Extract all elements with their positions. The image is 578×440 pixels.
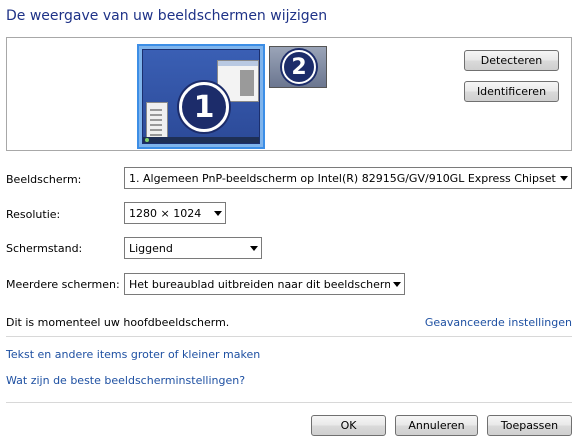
monitor-2-tile[interactable]: 2 [269, 46, 327, 88]
resolution-select[interactable]: 1280 × 1024 [124, 202, 226, 224]
ok-button[interactable]: OK [311, 415, 386, 436]
chevron-down-icon [557, 168, 571, 188]
best-settings-link[interactable]: Wat zijn de beste beeldscherminstellinge… [6, 374, 245, 387]
multiple-displays-select[interactable]: Het bureaublad uitbreiden naar dit beeld… [124, 273, 405, 295]
text-size-link[interactable]: Tekst en andere items groter of kleiner … [6, 348, 260, 361]
display-select-value: 1. Algemeen PnP-beeldscherm op Intel(R) … [129, 171, 557, 185]
cancel-button[interactable]: Annuleren [395, 415, 478, 436]
multiple-displays-label: Meerdere schermen: [6, 278, 120, 291]
monitor-1-number: 1 [179, 82, 229, 132]
display-preview-area: 1 2 Detecteren Identificeren [6, 37, 572, 151]
monitor-2-number: 2 [282, 50, 316, 84]
taskbar [143, 137, 259, 143]
chevron-down-icon [390, 274, 404, 294]
window-thumbnail [146, 102, 168, 142]
chevron-down-icon [211, 203, 225, 223]
multiple-displays-select-value: Het bureaublad uitbreiden naar dit beeld… [129, 277, 390, 291]
resolution-label: Resolutie: [6, 208, 61, 221]
monitor-1-tile[interactable]: 1 [137, 44, 265, 149]
page-title: De weergave van uw beeldschermen wijzige… [6, 8, 328, 24]
divider [6, 402, 572, 403]
divider [6, 336, 572, 337]
display-select[interactable]: 1. Algemeen PnP-beeldscherm op Intel(R) … [124, 167, 572, 189]
orientation-select[interactable]: Liggend [124, 237, 262, 259]
identify-button[interactable]: Identificeren [464, 81, 559, 102]
orientation-select-value: Liggend [129, 241, 173, 255]
resolution-select-value: 1280 × 1024 [129, 206, 202, 220]
advanced-settings-link[interactable]: Geavanceerde instellingen [425, 316, 572, 329]
primary-display-status: Dit is momenteel uw hoofdbeeldscherm. [6, 316, 230, 329]
orientation-label: Schermstand: [6, 242, 83, 255]
apply-button[interactable]: Toepassen [487, 415, 572, 436]
display-label: Beeldscherm: [6, 173, 82, 186]
monitor-1-screen: 1 [142, 49, 260, 144]
detect-button[interactable]: Detecteren [464, 50, 559, 71]
chevron-down-icon [247, 238, 261, 258]
